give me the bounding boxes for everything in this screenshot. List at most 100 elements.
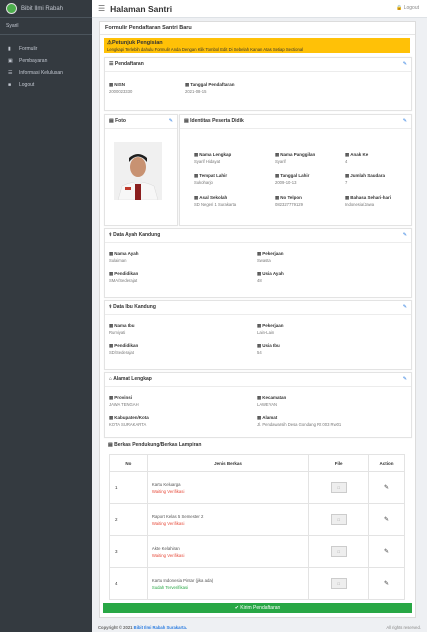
field-value: Rumiyati	[109, 330, 126, 335]
table-row: 4 Kartu Indonesia Pintar (jika ada) Suda…	[109, 567, 405, 600]
file-thumbnail-icon[interactable]: □	[330, 482, 347, 493]
edit-icon[interactable]: ✎	[403, 61, 407, 67]
sidebar-item-label: Logout	[19, 82, 35, 88]
doc-status: Waiting Verifikasi	[151, 552, 185, 558]
divider	[105, 128, 177, 129]
divider	[105, 242, 411, 243]
user-panel[interactable]: Syaril	[0, 18, 92, 35]
edit-icon[interactable]: ✎	[384, 581, 389, 587]
money-icon: ▣	[8, 58, 13, 64]
edit-icon[interactable]: ✎	[403, 232, 407, 238]
field-label: ▦Nama Ayah	[109, 251, 139, 256]
edit-icon[interactable]: ✎	[169, 118, 173, 124]
field-value: Lain-Lain	[257, 330, 275, 335]
nisn-value: 2000023330	[109, 89, 133, 94]
berkas-title: ▤ Berkas Pendukung/Berkas Lampiran	[108, 442, 202, 448]
file-thumbnail-icon[interactable]: □	[330, 578, 347, 589]
field-value: Syarif Hidayat	[194, 159, 221, 164]
sidebar-item-logout[interactable]: ■ Logout	[0, 79, 92, 91]
logout-link[interactable]: 🔒 Logout	[396, 5, 419, 11]
doc-status: Sudah Terverifikasi	[151, 584, 189, 590]
field-label: ▦Kabupaten/Kota	[109, 415, 149, 420]
menu-toggle-icon[interactable]: ☰	[98, 4, 105, 13]
divider	[105, 386, 411, 387]
row-jenis: Raport Kelas 5 Semester 2 Waiting Verifi…	[146, 503, 310, 536]
field-value: 7	[345, 180, 348, 185]
tanggal-value: 2021-08-15	[185, 89, 207, 94]
alert-title: ⚠Petunjuk Pengisian	[107, 40, 163, 46]
divider	[105, 71, 411, 72]
sidebar-item-pembayaran[interactable]: ▣ Pembayaran	[0, 55, 92, 67]
edit-icon[interactable]: ✎	[403, 304, 407, 310]
field-value: SMA/Sederajat	[109, 278, 138, 283]
field-value: JAWA TENGAH	[109, 402, 139, 407]
brand-name: Bibit Ilmi Rabah	[21, 5, 64, 12]
user-name: Syaril	[6, 23, 19, 29]
row-no: 1	[109, 471, 148, 504]
file-thumbnail-icon[interactable]: □	[330, 514, 347, 525]
sidebar-item-informasi[interactable]: ☰ Informasi Kelulusan	[0, 67, 92, 79]
col-header: No	[109, 454, 148, 472]
field-label: ▦Asal Sekolah	[194, 195, 228, 200]
field-value: 2009-10-13	[275, 180, 297, 185]
field-value: Sukoharjo	[194, 180, 213, 185]
identitas-card: ▤ Identitas Peserta Didik ✎ ▦Nama Lengka…	[179, 114, 412, 226]
row-file: □	[308, 535, 370, 568]
lock-icon: ■	[8, 82, 12, 88]
field-value: Syarif	[275, 159, 286, 164]
row-jenis: Kartu Keluarga Waiting Verifikasi	[146, 471, 310, 504]
row-jenis: Kartu Indonesia Pintar (jika ada) Sudah …	[146, 567, 310, 600]
rights-text: All rights reserved.	[386, 625, 421, 630]
field-value: Indonesia/Jawa	[345, 202, 375, 207]
topbar: ☰ Halaman Santri 🔒 Logout	[92, 0, 427, 18]
form-title: Formulir Pendaftaran Santri Baru	[100, 22, 415, 35]
brand[interactable]: Bibit Ilmi Rabah	[0, 0, 92, 18]
row-file: □	[308, 503, 370, 536]
row-no: 4	[109, 567, 148, 600]
file-thumbnail-icon[interactable]: □	[330, 546, 347, 557]
field-value: 54	[257, 350, 262, 355]
sidebar-item-label: Formulir	[19, 46, 38, 52]
pendaftaran-card: ☰ Pendaftaran ✎ ▦NISN 2000023330 ▦Tangga…	[104, 57, 412, 111]
edit-icon[interactable]: ✎	[384, 517, 389, 523]
edit-icon[interactable]: ✎	[384, 549, 389, 555]
row-action: ✎	[368, 567, 405, 600]
edit-icon[interactable]: ✎	[403, 118, 407, 124]
table-row: 1 Kartu Keluarga Waiting Verifikasi □ ✎	[109, 471, 405, 504]
col-header: Jenis Berkas	[146, 454, 310, 472]
doc-name: Kartu Indonesia Pintar (jika ada)	[151, 577, 214, 583]
field-value: 082327779129	[275, 202, 303, 207]
sidebar-item-formulir[interactable]: ▮ Formulir	[0, 43, 92, 55]
field-label: ▦Anak Ke	[345, 152, 369, 157]
edit-icon[interactable]: ✎	[403, 376, 407, 382]
file-icon: ▮	[8, 46, 11, 52]
edit-icon[interactable]: ✎	[384, 485, 389, 491]
ibu-card: ⚕ Data Ibu Kandung ✎ ▦Nama Ibu Rumiyati …	[104, 300, 412, 370]
instruction-alert: ⚠Petunjuk Pengisian Lengkapi Terlebih da…	[104, 38, 410, 53]
divider	[105, 314, 411, 315]
main-content: Formulir Pendaftaran Santri Baru ⚠Petunj…	[92, 17, 427, 618]
registration-form: Formulir Pendaftaran Santri Baru ⚠Petunj…	[99, 21, 416, 618]
doc-name: Akte Kelahiran	[151, 545, 180, 551]
field-value: LAWEYAN	[257, 402, 278, 407]
field-value: 48	[257, 278, 262, 283]
doc-status: Waiting Verifikasi	[151, 520, 185, 526]
field-label: ▦Tanggal Lahir	[275, 173, 310, 178]
field-label: ▦NISN	[109, 82, 126, 87]
field-label: ▦Tanggal Pendaftaran	[185, 82, 235, 87]
row-action: ✎	[368, 471, 405, 504]
field-label: ▦Nama Panggilan	[275, 152, 316, 157]
sidebar: Bibit Ilmi Rabah Syaril ▮ Formulir ▣ Pem…	[0, 0, 92, 632]
row-action: ✎	[368, 503, 405, 536]
section-title: ⌂ Alamat Lengkap	[109, 376, 152, 382]
doc-status: Waiting Verifikasi	[151, 488, 185, 494]
field-value: Swasta	[257, 258, 271, 263]
field-label: ▦Provinsi	[109, 395, 133, 400]
foto-card: ▤ Foto ✎	[104, 114, 178, 226]
berkas-table: No Jenis Berkas File Action 1 Kartu Kelu…	[109, 454, 405, 600]
org-link[interactable]: Bibit Ilmi Rabah Surakarta.	[134, 625, 187, 630]
field-label: ▦Pendidikan	[109, 343, 139, 348]
field-label: ▦Kecamatan	[257, 395, 287, 400]
ayah-card: ⚕ Data Ayah Kandung ✎ ▦Nama Ayah Sulaima…	[104, 228, 412, 298]
submit-button[interactable]: ✔ Kirim Pendaftaran	[103, 603, 412, 613]
